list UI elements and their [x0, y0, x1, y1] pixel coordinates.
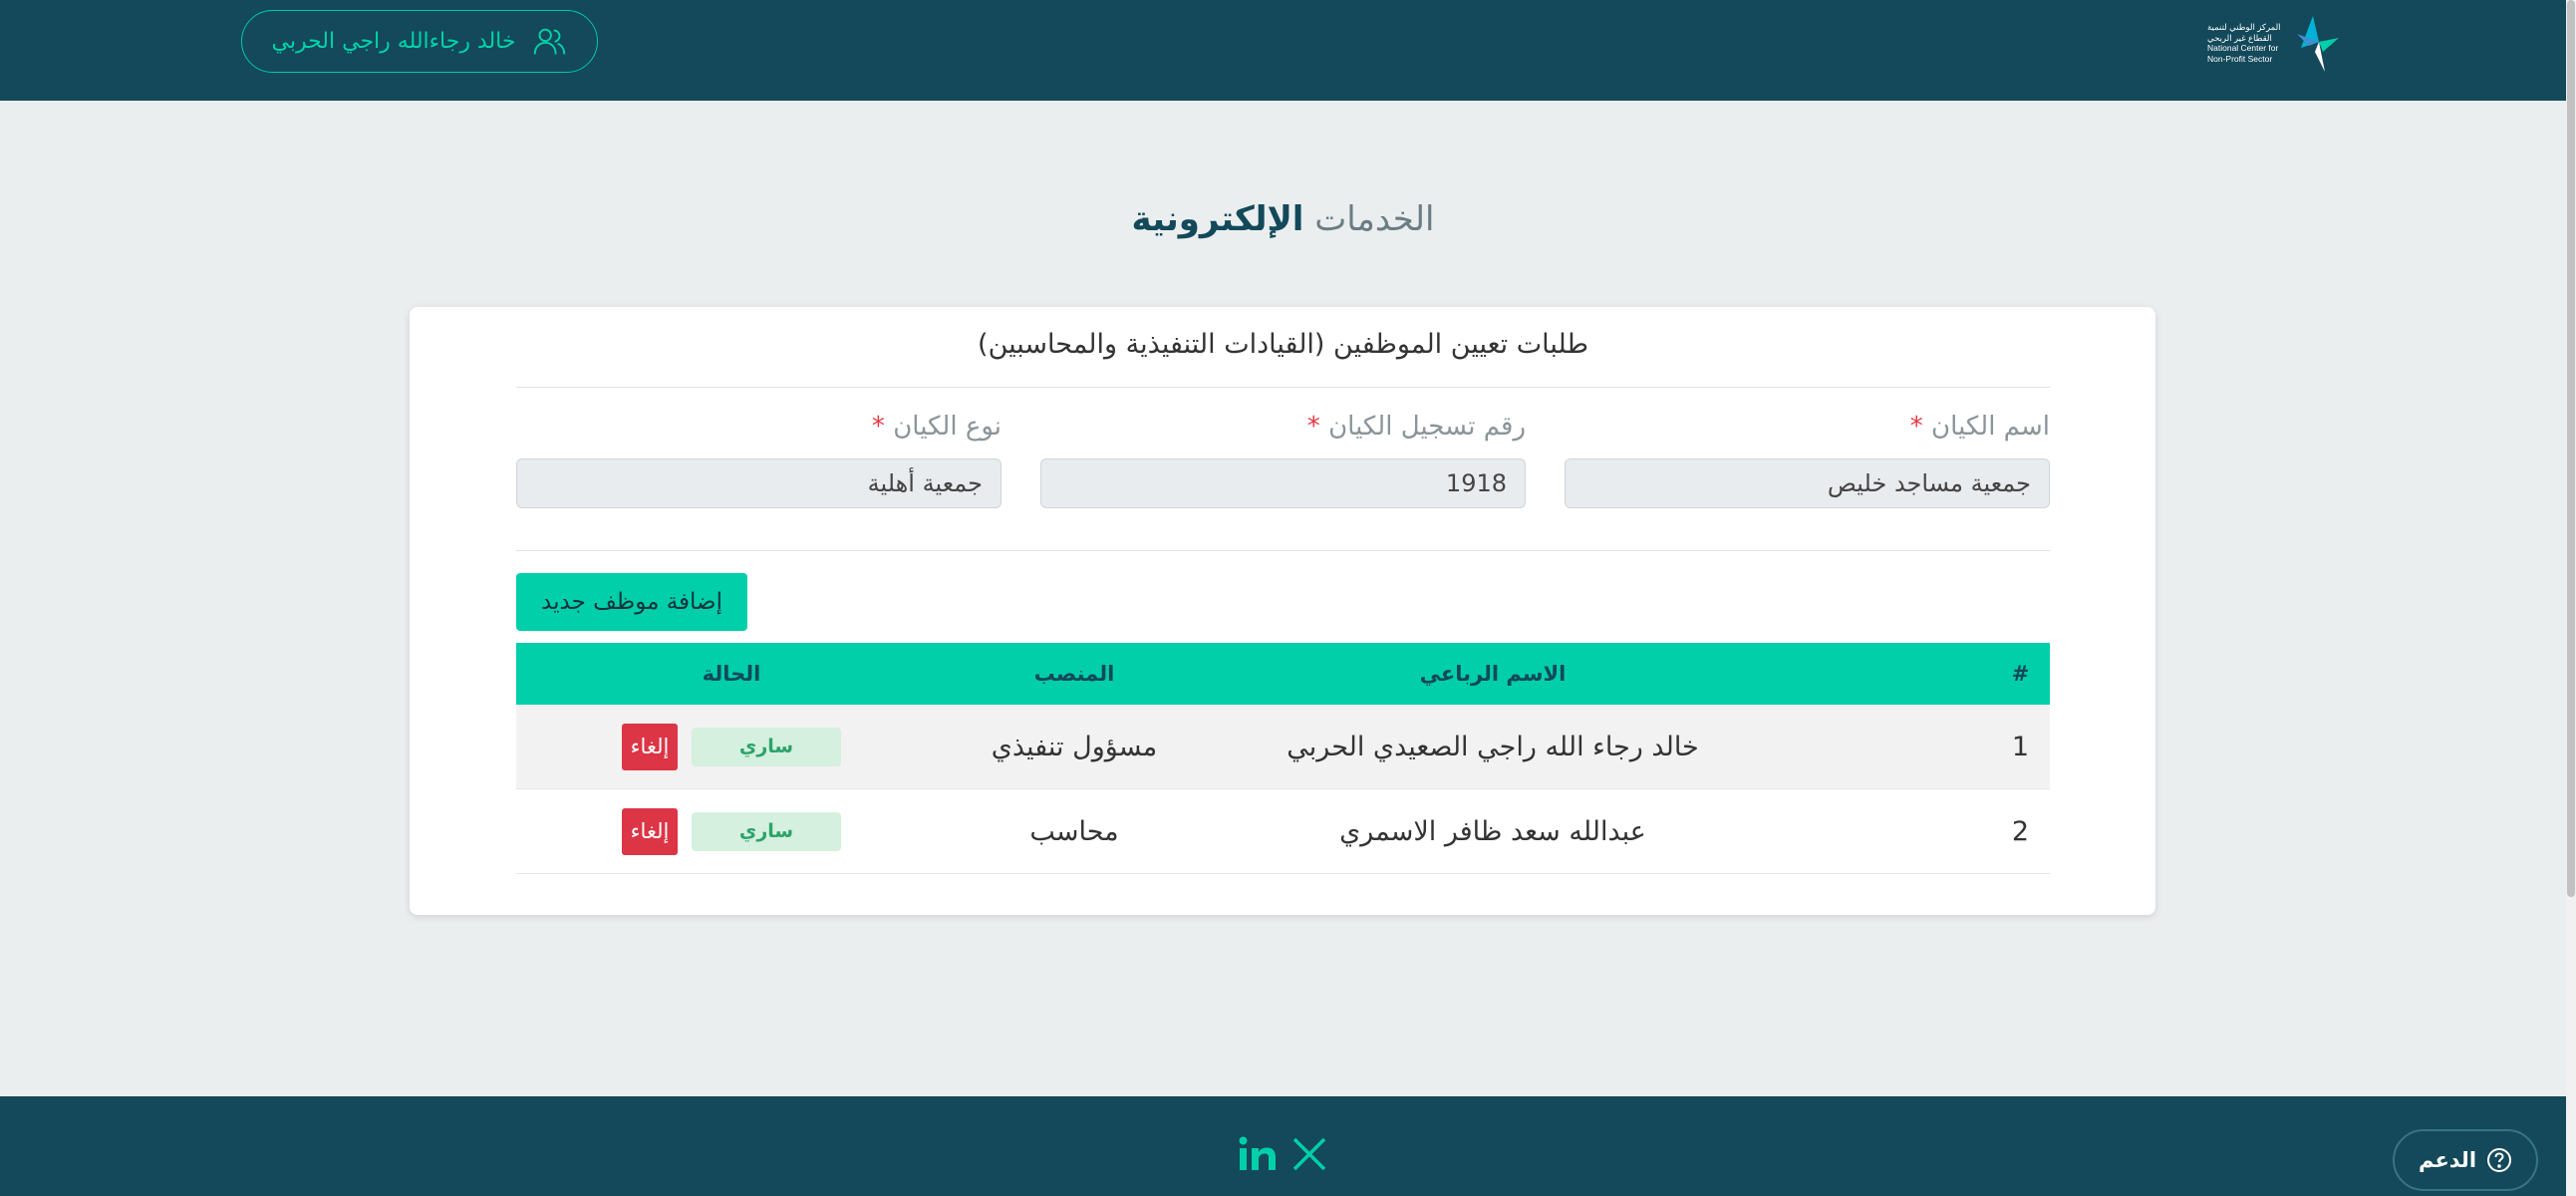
row-status-cell: إلغاء ساري	[516, 705, 947, 788]
registration-number-input[interactable]: 1918	[1040, 458, 1526, 508]
table-row: 1 خالد رجاء الله راجي الصعيدي الحربي مسؤ…	[516, 705, 2050, 789]
required-mark: *	[871, 412, 885, 442]
entity-type-input[interactable]: جمعية أهلية	[516, 458, 1002, 508]
row-num: 2	[2011, 815, 2030, 847]
logo-text-en-1: National Center for	[2207, 43, 2279, 53]
support-label: الدعم	[2418, 1148, 2477, 1172]
header-status: الحالة	[702, 662, 761, 686]
employees-table: # الاسم الرباعي المنصب الحالة 1 خالد رجا…	[516, 643, 2050, 874]
logo-text: المركز الوطني لتنمية القطاع غير الربحي N…	[2207, 22, 2293, 64]
table-row: 2 عبدالله سعد ظافر الاسمري محاسب إلغاء س…	[516, 789, 2050, 874]
help-circle-icon	[2487, 1148, 2512, 1172]
registration-number-label: رقم تسجيل الكيان *	[1040, 407, 1526, 447]
cancel-button[interactable]: إلغاء	[622, 723, 678, 770]
page-title-light: الخدمات	[1314, 199, 1435, 239]
cancel-button[interactable]: إلغاء	[622, 807, 678, 855]
employee-requests-card: طلبات تعيين الموظفين (القيادات التنفيذية…	[410, 307, 2155, 915]
registration-number-label-text: رقم تسجيل الكيان	[1328, 412, 1526, 442]
row-status-cell: إلغاء ساري	[516, 789, 947, 873]
card-title: طلبات تعيين الموظفين (القيادات التنفيذية…	[978, 329, 1588, 360]
required-mark: *	[1306, 412, 1320, 442]
logo-text-ar-1: المركز الوطني لتنمية	[2207, 22, 2281, 32]
entity-name-field: اسم الكيان * جمعية مساجد خليص	[1565, 407, 2050, 508]
x-icon[interactable]	[1289, 1134, 1329, 1174]
fields-divider	[516, 550, 2050, 551]
entity-name-label: اسم الكيان *	[1565, 407, 2050, 447]
header-num: #	[2011, 662, 2030, 686]
required-mark: *	[1909, 412, 1923, 442]
scrollbar-thumb[interactable]	[2567, 0, 2575, 897]
user-account-button[interactable]: خالد رجاءالله راجي الحربي	[241, 10, 598, 73]
header-position: المنصب	[1033, 662, 1115, 686]
row-position: مسؤول تنفيذي	[991, 731, 1158, 762]
status-actions: إلغاء ساري	[622, 807, 841, 855]
user-name-label: خالد رجاءالله راجي الحربي	[271, 29, 516, 54]
top-header: المركز الوطني لتنمية القطاع غير الربحي N…	[0, 0, 2566, 101]
status-actions: إلغاء ساري	[622, 723, 841, 770]
status-badge: ساري	[692, 727, 841, 766]
entity-type-label-text: نوع الكيان	[893, 412, 1002, 442]
table-header: # الاسم الرباعي المنصب الحالة	[516, 643, 2050, 705]
registration-number-field: رقم تسجيل الكيان * 1918	[1040, 407, 1526, 508]
support-button[interactable]: الدعم	[2393, 1129, 2538, 1191]
status-badge: ساري	[692, 811, 841, 851]
row-num: 1	[2011, 731, 2030, 762]
add-new-employee-button[interactable]: إضافة موظف جديد	[516, 573, 747, 631]
row-position: محاسب	[1029, 815, 1119, 847]
page-title: الخدمات الإلكترونية	[0, 199, 2566, 239]
card-title-divider	[516, 387, 2050, 388]
logo-text-ar-2: القطاع غير الربحي	[2207, 32, 2272, 43]
page-title-bold: الإلكترونية	[1131, 199, 1304, 239]
users-icon	[533, 28, 565, 54]
entity-name-input[interactable]: جمعية مساجد خليص	[1565, 458, 2050, 508]
entity-type-field: نوع الكيان * جمعية أهلية	[516, 407, 1002, 508]
page-scrollbar[interactable]	[2566, 0, 2576, 1196]
logo-mark-icon	[2297, 16, 2339, 72]
logo-text-en-2: Non-Profit Sector	[2207, 53, 2273, 64]
entity-type-label: نوع الكيان *	[516, 407, 1002, 447]
ncnp-logo[interactable]: المركز الوطني لتنمية القطاع غير الربحي N…	[2207, 8, 2343, 74]
linkedin-icon[interactable]	[1238, 1134, 1278, 1174]
entity-name-label-text: اسم الكيان	[1931, 412, 2050, 442]
footer	[0, 1096, 2566, 1196]
